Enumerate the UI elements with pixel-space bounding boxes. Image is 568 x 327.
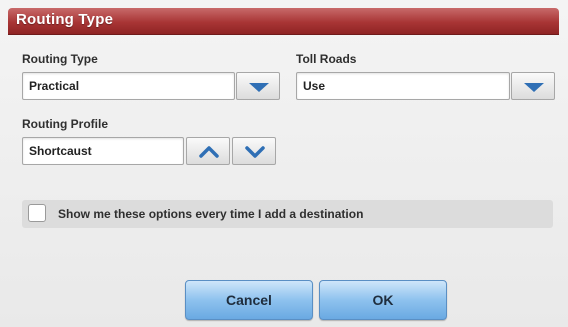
routing-type-value: Practical	[29, 79, 80, 93]
triangle-down-icon	[524, 83, 544, 92]
routing-type-dialog: Routing Type Routing Type Practical Toll…	[0, 0, 568, 327]
toll-roads-select[interactable]: Use	[296, 72, 510, 100]
cancel-button[interactable]: Cancel	[185, 280, 313, 320]
triangle-down-icon	[249, 83, 269, 92]
chevron-down-icon	[245, 146, 265, 158]
ok-button[interactable]: OK	[319, 280, 447, 320]
routing-profile-down-button[interactable]	[232, 137, 276, 165]
show-options-checkbox[interactable]	[28, 204, 46, 222]
toll-roads-label: Toll Roads	[296, 52, 357, 66]
dialog-title: Routing Type	[16, 11, 114, 28]
routing-type-select[interactable]: Practical	[22, 72, 235, 100]
show-options-row[interactable]: Show me these options every time I add a…	[22, 200, 553, 228]
routing-type-label: Routing Type	[22, 52, 98, 66]
routing-profile-value: Shortcaust	[29, 144, 92, 158]
routing-profile-field[interactable]: Shortcaust	[22, 137, 184, 165]
toll-roads-dropdown-button[interactable]	[511, 72, 555, 100]
title-bar: Routing Type	[8, 8, 559, 34]
chevron-up-icon	[199, 146, 219, 158]
routing-profile-up-button[interactable]	[186, 137, 230, 165]
show-options-label: Show me these options every time I add a…	[58, 207, 364, 221]
routing-type-dropdown-button[interactable]	[236, 72, 280, 100]
routing-profile-label: Routing Profile	[22, 117, 108, 131]
toll-roads-value: Use	[303, 79, 326, 93]
